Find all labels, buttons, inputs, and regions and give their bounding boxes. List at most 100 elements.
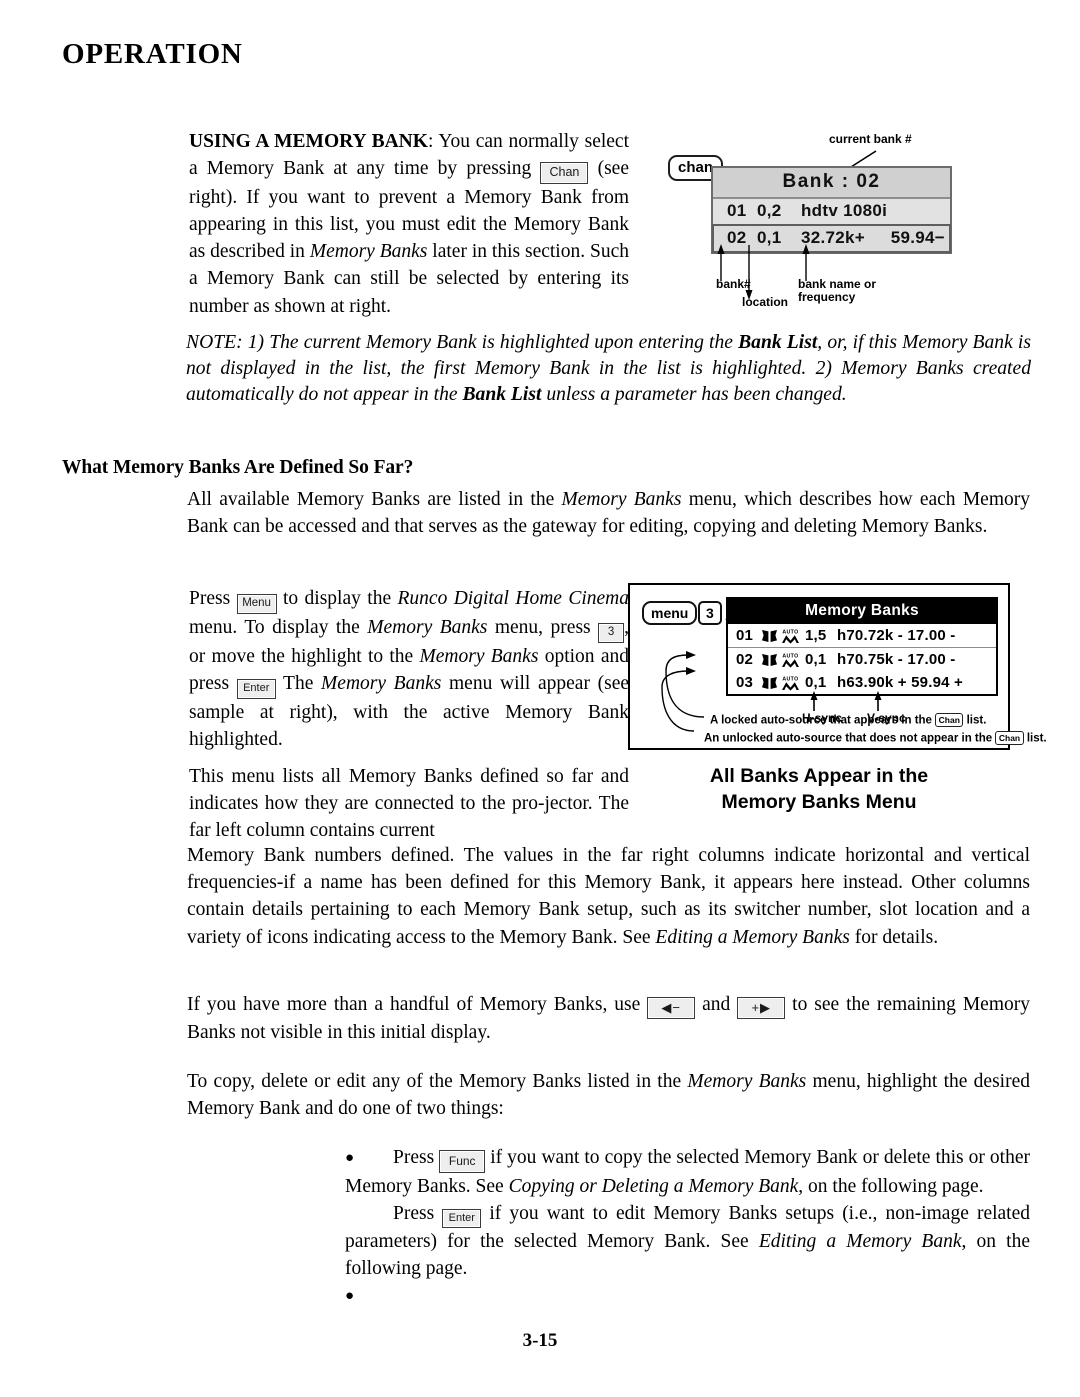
figure-memory-banks-menu: menu 3 → Memory Banks 01 AUTO <box>628 583 1047 750</box>
osd-bank-panel: Bank : 02 01 0,2 hdtv 1080i 02 0,1 32.72… <box>711 166 952 254</box>
auto-waveform-icon: AUTO <box>781 652 800 668</box>
text-run: list. <box>963 714 987 727</box>
memory-bank-location: 1,5 <box>805 627 827 644</box>
figure-caption-line-2: Memory Banks Menu <box>721 791 917 813</box>
number-3-button-callout[interactable]: 3 <box>698 601 722 625</box>
osd-bank-name: hdtv 1080i <box>801 201 888 220</box>
text-run: Press <box>393 1202 443 1224</box>
memory-bank-location: 0,1 <box>805 674 827 691</box>
memory-bank-number: 01 <box>736 627 754 644</box>
caption-locked-auto-source: A locked auto-source that appears in the… <box>710 713 986 727</box>
book-icon <box>761 653 778 667</box>
list-item-text: Press Enter if you want to edit Memory B… <box>345 1200 1030 1283</box>
text-run: All available Memory Banks are listed in… <box>187 489 562 510</box>
bullet-dot-icon: ● <box>345 1150 355 1166</box>
text-run: NOTE: 1) The current Memory Bank is high… <box>186 332 739 353</box>
text-run: To copy, delete or edit any of the Memor… <box>187 1071 688 1092</box>
text-run: Press <box>393 1147 440 1168</box>
text-run: The <box>275 673 322 695</box>
section-subheading: What Memory Banks Are Defined So Far? <box>62 457 414 478</box>
figure-caption: All Banks Appear in the Memory Banks Men… <box>628 763 1010 815</box>
text-run: menu, press <box>487 617 599 638</box>
callout-current-bank-number: current bank # <box>829 132 912 146</box>
paragraph-this-menu-lists-continued: Memory Bank numbers defined. The values … <box>187 842 1030 951</box>
paragraph-using-a-memory-bank: USING A MEMORY BANK: You can normally se… <box>189 128 629 320</box>
list-item: ● Press Enter if you want to edit Memory… <box>345 1200 1030 1304</box>
number-3-key-button[interactable]: 3 <box>598 623 625 643</box>
caption-unlocked-auto-source: An unlocked auto-source that does not ap… <box>704 731 1047 745</box>
svg-text:AUTO: AUTO <box>782 629 798 635</box>
callout-arrows-sync <box>810 691 882 711</box>
memory-bank-icons: AUTO <box>761 628 805 644</box>
callout-bank-number-label: bank# <box>716 277 751 291</box>
memory-bank-frequency: h70.72k - 17.00 - <box>837 627 956 644</box>
memory-bank-row[interactable]: 01 AUTO 1,5 h70.72k - 17.00 - <box>728 624 996 648</box>
figure-caption-line-1: All Banks Appear in the <box>709 765 929 787</box>
text-run: , on the following page. <box>798 1175 984 1197</box>
text-run: to display the <box>276 588 398 609</box>
emphasis-memory-banks: Memory Banks <box>367 617 488 638</box>
memory-bank-number: 02 <box>736 651 754 668</box>
memory-bank-location: 0,1 <box>805 651 827 668</box>
osd-row[interactable]: 01 0,2 hdtv 1080i <box>713 199 950 224</box>
emphasis-editing-a-memory-bank: Editing a Memory Bank <box>758 1231 962 1253</box>
osd-bank-number: 01 <box>727 201 747 220</box>
text-run: menu. To display the <box>189 617 368 638</box>
paragraph-press-menu: Press Menu to display the Runco Digital … <box>189 585 629 753</box>
emphasis-runco-digital-home-cinema: Runco Digital Home Cinema <box>397 588 630 609</box>
emphasis-editing-a-memory-banks: Editing a Memory Banks <box>655 926 850 948</box>
figure-bank-list: current bank # chan Bank : 02 01 0,2 hdt… <box>668 133 1028 313</box>
emphasis-memory-banks: Memory Banks <box>561 489 682 510</box>
menu-button-callout[interactable]: menu <box>642 601 698 625</box>
func-key-button[interactable]: Func <box>439 1150 486 1173</box>
chan-key-mini[interactable]: Chan <box>995 731 1024 745</box>
text-run: An unlocked auto-source that does not ap… <box>704 732 996 745</box>
plus-right-key-button[interactable]: +▶ <box>737 996 786 1019</box>
callout-line-2: frequency <box>798 290 856 304</box>
book-icon <box>761 629 778 643</box>
memory-bank-frequency: h70.75k - 17.00 - <box>837 651 956 668</box>
callout-bank-name-or-frequency-label: bank name or frequency <box>798 278 876 304</box>
text-run: list. <box>1023 732 1047 745</box>
memory-bank-frequency: h63.90k + 59.94 + <box>837 674 964 691</box>
memory-bank-number: 03 <box>736 674 754 691</box>
auto-waveform-icon: AUTO <box>781 628 800 644</box>
emphasis-copying-or-deleting-a-memory-bank: Copying or Deleting a Memory Bank <box>508 1175 799 1197</box>
text-run: A locked auto-source that appears in the <box>710 714 936 727</box>
paragraph-lead-in: USING A MEMORY BANK <box>189 131 428 152</box>
memory-banks-panel-title: Memory Banks <box>728 599 996 624</box>
paragraph-this-menu-lists-column: This menu lists all Memory Banks defined… <box>189 766 629 842</box>
text-run: unless a parameter has been changed. <box>541 384 847 406</box>
enter-key-button[interactable]: Enter <box>442 1208 482 1229</box>
auto-waveform-icon: AUTO <box>781 675 800 691</box>
osd-title: Bank : 02 <box>713 168 950 199</box>
chapter-title: OPERATION <box>62 38 243 70</box>
enter-key-button[interactable]: Enter <box>236 679 276 699</box>
text-run: If you have more than a handful of Memor… <box>187 994 648 1015</box>
emphasis-bank-list: Bank List <box>738 332 818 353</box>
memory-banks-panel: Memory Banks 01 AUTO 1,5 h70.72k - 17.00… <box>726 597 998 696</box>
paragraph-handful-of-banks: If you have more than a handful of Memor… <box>187 991 1030 1046</box>
text-run: and <box>695 994 738 1015</box>
chan-key-button[interactable]: Chan <box>540 161 589 184</box>
svg-text:AUTO: AUTO <box>782 676 798 682</box>
paragraph-to-copy-delete-edit: To copy, delete or edit any of the Memor… <box>187 1068 1030 1122</box>
paragraph-all-available-banks: All available Memory Banks are listed in… <box>187 486 1030 540</box>
osd-location: 0,2 <box>757 201 782 220</box>
page-number: 3-15 <box>522 1330 558 1351</box>
emphasis-memory-banks: Memory Banks <box>321 673 442 695</box>
text-run: Press <box>189 588 237 609</box>
menu-key-button[interactable]: Menu <box>236 594 277 614</box>
emphasis-memory-banks: Memory Banks <box>687 1071 807 1092</box>
emphasis-memory-banks: Memory Banks <box>419 646 539 667</box>
document-page: OPERATION USING A MEMORY BANK: You can n… <box>0 0 1080 1397</box>
left-minus-key-button[interactable]: ◀− <box>647 996 696 1019</box>
bullet-list: ● Press Func if you want to copy the sel… <box>345 1144 1030 1304</box>
memory-bank-row[interactable]: 02 AUTO 0,1 h70.75k - 17.00 - <box>728 648 996 671</box>
list-item-text: Press Func if you want to copy the selec… <box>345 1144 1030 1200</box>
memory-bank-icons: AUTO <box>761 652 805 668</box>
callout-location-label: location <box>742 295 789 309</box>
list-item: ● Press Func if you want to copy the sel… <box>345 1144 1030 1200</box>
memory-bank-icons: AUTO <box>761 675 805 691</box>
chan-key-mini[interactable]: Chan <box>935 713 964 727</box>
